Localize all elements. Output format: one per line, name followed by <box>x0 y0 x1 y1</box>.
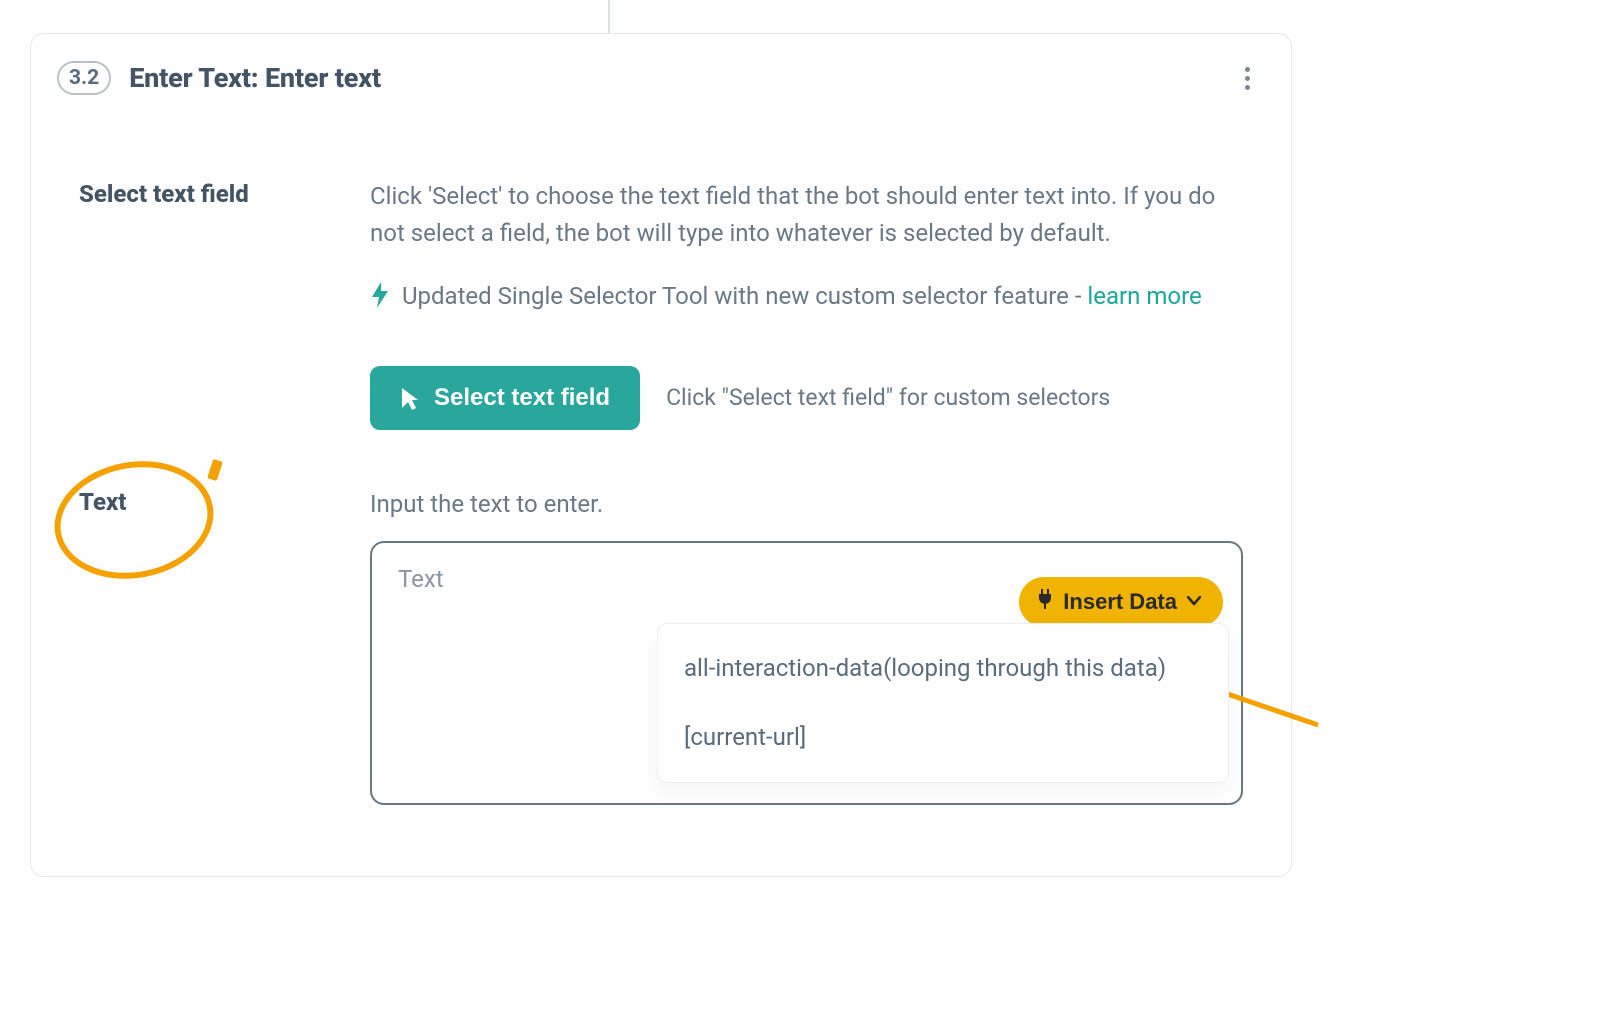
learn-more-link[interactable]: learn more <box>1087 282 1201 310</box>
plug-icon <box>1037 589 1053 615</box>
card-body: Select text field Click 'Select' to choo… <box>31 178 1291 816</box>
text-label: Text <box>79 486 334 516</box>
card-header: 3.2 Enter Text: Enter text <box>31 60 1291 96</box>
bolt-icon <box>370 282 390 319</box>
select-text-field-description: Click 'Select' to choose the text field … <box>370 178 1243 252</box>
text-content: Input the text to enter. Insert Data all… <box>370 486 1243 816</box>
step-number-badge: 3.2 <box>57 61 111 95</box>
cursor-icon <box>400 386 420 410</box>
step-title: Enter Text: Enter text <box>129 62 381 94</box>
select-text-field-button[interactable]: Select text field <box>370 366 640 430</box>
partial-divider <box>608 0 610 33</box>
text-description: Input the text to enter. <box>370 486 1243 523</box>
more-options-button[interactable] <box>1229 60 1265 96</box>
select-text-field-label: Select text field <box>79 178 334 208</box>
insert-data-button-label: Insert Data <box>1063 589 1177 615</box>
insert-data-button[interactable]: Insert Data <box>1019 577 1223 627</box>
selector-update-text: Updated Single Selector Tool with new cu… <box>402 282 1082 310</box>
step-card: 3.2 Enter Text: Enter text Select text f… <box>30 33 1292 877</box>
vertical-dots-icon <box>1245 63 1250 94</box>
chevron-down-icon <box>1187 593 1201 611</box>
text-row: Text Input the text to enter. Insert Dat… <box>79 486 1243 816</box>
insert-data-dropdown: all-interaction-data(looping through thi… <box>657 623 1229 783</box>
select-button-row: Select text field Click "Select text fie… <box>370 366 1243 430</box>
select-text-field-button-label: Select text field <box>434 384 610 412</box>
select-text-field-row: Select text field Click 'Select' to choo… <box>79 178 1243 430</box>
selector-update-line: Updated Single Selector Tool with new cu… <box>370 278 1243 319</box>
select-text-field-content: Click 'Select' to choose the text field … <box>370 178 1243 430</box>
text-input-wrapper: Insert Data all-interaction-data(looping… <box>370 541 1243 816</box>
select-text-field-hint: Click "Select text field" for custom sel… <box>666 380 1110 416</box>
dropdown-item-current-url[interactable]: [current-url] <box>658 703 1228 772</box>
dropdown-item-all-interaction-data[interactable]: all-interaction-data(looping through thi… <box>658 634 1228 703</box>
